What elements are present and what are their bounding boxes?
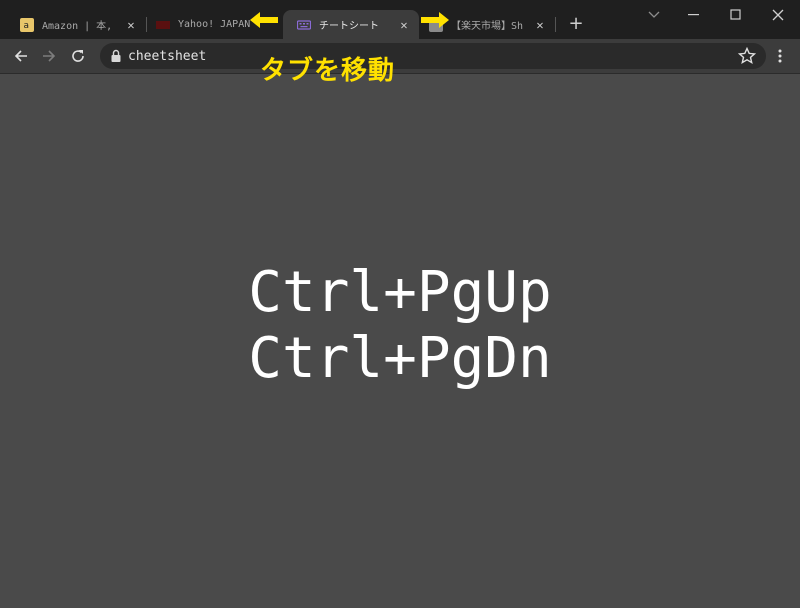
right-arrow-icon	[421, 12, 449, 28]
browser-toolbar: cheetsheet	[0, 39, 800, 74]
url-text: cheetsheet	[128, 48, 207, 64]
tab-separator	[555, 17, 556, 32]
svg-text:a: a	[24, 21, 30, 30]
shortcut-line-1: Ctrl+PgUp	[248, 260, 552, 325]
close-icon[interactable]: ✕	[533, 18, 547, 32]
tab-label: Amazon | 本,	[42, 21, 113, 32]
arrow-left-icon	[14, 50, 27, 62]
more-menu-icon[interactable]	[772, 47, 788, 65]
address-bar[interactable]: cheetsheet	[100, 43, 766, 69]
bookmark-star-icon[interactable]	[738, 47, 756, 65]
tab-strip: a Amazon | 本, ✕ Yahoo! JAPAN チートシート ✕ 【楽…	[0, 0, 800, 39]
new-tab-button[interactable]: +	[566, 14, 586, 34]
close-icon[interactable]: ✕	[397, 18, 411, 32]
chevron-down-icon	[648, 11, 660, 18]
minimize-icon	[688, 14, 699, 16]
yahoo-favicon-icon	[156, 18, 170, 32]
minimize-button[interactable]	[674, 0, 714, 30]
maximize-icon	[730, 9, 741, 20]
close-icon[interactable]: ✕	[124, 18, 138, 32]
tab-search-button[interactable]	[634, 0, 674, 30]
reload-button[interactable]	[66, 44, 90, 68]
amazon-favicon-icon: a	[20, 17, 34, 32]
lock-icon	[111, 49, 121, 62]
close-icon	[772, 9, 784, 21]
tab-label: チートシート	[319, 21, 379, 32]
maximize-button[interactable]	[716, 0, 756, 30]
forward-button[interactable]	[37, 44, 61, 68]
keyboard-favicon-icon	[296, 18, 312, 32]
left-arrow-icon	[250, 12, 278, 28]
reload-icon	[72, 50, 84, 62]
window-close-button[interactable]	[758, 0, 798, 30]
annotation-label: タブを移動	[260, 56, 396, 86]
back-button[interactable]	[9, 44, 33, 68]
tab-amazon[interactable]: a Amazon | 本, ✕	[6, 10, 146, 39]
tab-label: 【楽天市場】Sh	[451, 21, 524, 32]
tab-cheatsheet[interactable]: チートシート ✕	[283, 10, 419, 39]
arrow-right-icon	[43, 50, 56, 62]
shortcut-line-2: Ctrl+PgDn	[248, 326, 552, 391]
